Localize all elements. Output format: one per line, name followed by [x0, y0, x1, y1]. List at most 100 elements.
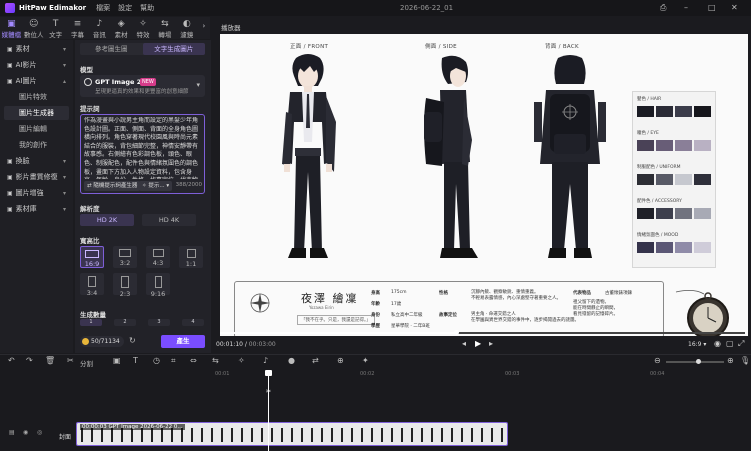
split-label[interactable]: 分割 — [80, 358, 93, 368]
prev-frame-icon[interactable]: ◂ — [462, 339, 466, 348]
audio-tool-icon[interactable]: ♪ — [263, 356, 268, 365]
sidebar-item-2[interactable]: ▣ AI圖片 ▴ — [4, 74, 69, 88]
snapshot-icon[interactable]: ◉ — [714, 339, 721, 348]
sidebar-item-1[interactable]: ▣ AI影片 ▾ — [4, 58, 69, 72]
ratio-option-1[interactable]: 3:2 — [113, 246, 137, 268]
clip-frame-figure — [461, 428, 463, 442]
redo-icon[interactable]: ↷ — [26, 356, 33, 365]
ratio-option-2[interactable]: 4:3 — [146, 246, 170, 268]
count-option-3[interactable]: 4 — [182, 319, 204, 326]
mic-icon[interactable]: 🎙 — [740, 356, 750, 365]
music-icon: ♪ — [96, 19, 103, 29]
sidebar-item-8[interactable]: ▣ 影片畫質修復 ▾ — [4, 170, 69, 184]
close-icon[interactable]: ✕ — [731, 3, 738, 12]
ratio-option-0[interactable]: 16:9 — [80, 246, 104, 268]
track-mute-icon[interactable]: ◎ — [37, 429, 42, 436]
timeline-clip[interactable]: 00:00:03 GPT Image 2026-06-22 0... — [76, 422, 508, 446]
freeze-icon[interactable]: ▣ — [113, 356, 121, 365]
random-prompt-button[interactable]: ⇄ 隨機提示詞產生器 — [84, 181, 141, 191]
zoom-out-icon[interactable]: ⊖ — [654, 356, 661, 365]
resolution-option-1[interactable]: HD 4K — [142, 214, 196, 226]
sidebar-item-3[interactable]: 圖片特效 — [4, 90, 69, 104]
count-option-2[interactable]: 3 — [148, 319, 170, 326]
maximize-icon[interactable]: □ — [708, 3, 716, 12]
next-frame-icon[interactable]: ▸ — [489, 339, 493, 348]
coin-icon — [82, 338, 89, 345]
category-tab-1[interactable]: ☺ 數位人 — [23, 17, 45, 39]
sidebar-item-5[interactable]: 圖片編輯 — [4, 122, 69, 136]
progress-fill — [220, 332, 457, 334]
clip-frame — [417, 423, 427, 445]
ratio-option-6[interactable]: 9:16 — [146, 273, 170, 298]
tab-1[interactable]: 文字生成圖片 — [142, 43, 205, 55]
prompt-helper-button[interactable]: ✧ 提示... ▾ — [139, 181, 173, 191]
progress-track[interactable] — [220, 330, 745, 335]
record-icon[interactable]: ● — [288, 356, 295, 365]
sidebar-item-label: 換臉 — [15, 157, 30, 165]
generate-button[interactable]: 產生 — [161, 335, 205, 348]
ratio-option-4[interactable]: 3:4 — [80, 273, 104, 297]
zoom-in-icon[interactable]: ⊕ — [727, 356, 734, 365]
sidebar-item-9[interactable]: ▣ 圖片增強 ▾ — [4, 186, 69, 200]
sidebar-item-4[interactable]: 圖片生成器 — [4, 106, 69, 120]
fit-screen-icon[interactable]: ▢ — [726, 339, 734, 348]
count-option-1[interactable]: 2 — [114, 319, 136, 326]
ai-tools-icon[interactable]: ✧ — [238, 356, 245, 365]
sidebar-item-6[interactable]: 我的創作 — [4, 138, 69, 152]
fullscreen-icon[interactable]: ⤢ — [738, 339, 744, 349]
category-tab-6[interactable]: ✧ 特效 — [132, 17, 154, 39]
export-icon[interactable]: ⎙ — [660, 3, 666, 13]
crop-icon[interactable]: ⌗ — [171, 356, 176, 366]
sidebar-item-icon: ▣ — [7, 61, 13, 69]
ratio-option-5[interactable]: 2:3 — [113, 273, 137, 298]
sidebar-item-7[interactable]: ▣ 換臉 ▾ — [4, 154, 69, 168]
tts-icon[interactable]: ⇄ — [312, 356, 319, 365]
category-tab-7[interactable]: ⇆ 轉場 — [154, 17, 176, 39]
playhead-handle[interactable] — [265, 370, 272, 376]
cover-label[interactable]: 封面 — [59, 432, 71, 441]
zoom-slider[interactable] — [666, 359, 724, 364]
category-tab-0[interactable]: ▣媒體檔案 — [0, 17, 23, 49]
undo-icon[interactable]: ↶ — [8, 356, 15, 365]
play-icon[interactable]: ▶ — [475, 339, 481, 348]
playhead[interactable] — [268, 370, 269, 451]
aspect-select[interactable]: 16:9 ▾ — [688, 341, 706, 348]
reverse-icon[interactable]: ⇆ — [212, 356, 219, 365]
mirror-icon[interactable]: ⇔ — [190, 356, 197, 365]
category-tab-8[interactable]: ◐ 濾鏡 — [176, 17, 198, 39]
refresh-icon[interactable]: ↻ — [129, 336, 136, 345]
prompt-text[interactable]: 作為漫畫與小說男主角而設定的黑髮少年角色設計圖。正面、側面、背面的全身角色圖橫向… — [84, 117, 202, 179]
category-label: 音訊 — [92, 31, 106, 39]
ratio-shape-icon — [119, 249, 131, 257]
ratio-option-3[interactable]: 1:1 — [179, 246, 203, 268]
menu-item-2[interactable]: 幫助 — [140, 4, 154, 12]
resolution-option-0[interactable]: HD 2K — [80, 214, 134, 226]
tab-0[interactable]: 參考圖生圖 — [80, 43, 143, 55]
model-select[interactable]: GPT Image 2 NEW 呈現更逼真的效果和更豐富的創意細節 ▾ — [80, 75, 205, 97]
count-option-0[interactable]: 1 — [80, 319, 102, 326]
sidebar-item-10[interactable]: ▣ 素材庫 ▾ — [4, 202, 69, 216]
category-tab-5[interactable]: ◈ 素材 — [110, 17, 132, 39]
track-eye-icon[interactable]: ◉ — [23, 429, 28, 436]
speed-icon[interactable]: ◷ — [153, 356, 160, 365]
track-lock-icon[interactable]: ▤ — [9, 429, 15, 436]
text-tool-icon[interactable]: T — [133, 356, 138, 365]
chevron-right-icon[interactable]: › — [198, 17, 210, 39]
timeline-ruler[interactable]: 00:01 00:02 00:03 00:04 — [50, 371, 751, 380]
category-tab-4[interactable]: ♪ 音訊 — [88, 17, 110, 39]
clip-frame-figure — [211, 428, 213, 442]
palette-row-label: 配件色 / ACCESSORY — [637, 199, 682, 204]
prompt-input[interactable]: 作為漫畫與小說男主角而設定的黑髮少年角色設計圖。正面、側面、背面的全身角色圖橫向… — [80, 114, 205, 194]
delete-icon[interactable]: 🗑 — [45, 356, 55, 365]
clip-frame-figure — [371, 428, 373, 442]
menu-item-1[interactable]: 設定 — [118, 4, 132, 12]
minimize-icon[interactable]: – — [684, 3, 688, 12]
split-icon[interactable]: ✂ — [67, 356, 74, 365]
category-tab-3[interactable]: ≡ 字幕 — [67, 17, 89, 39]
more-tools-icon[interactable]: ✦ — [362, 356, 369, 365]
menu-item-0[interactable]: 檔案 — [96, 4, 110, 12]
sidebar-item-0[interactable]: ▣ 素材 ▾ — [4, 42, 69, 56]
gpt-icon — [84, 78, 92, 86]
category-tab-2[interactable]: T 文字 — [45, 17, 67, 39]
fx-icon[interactable]: ⊕ — [337, 356, 344, 365]
